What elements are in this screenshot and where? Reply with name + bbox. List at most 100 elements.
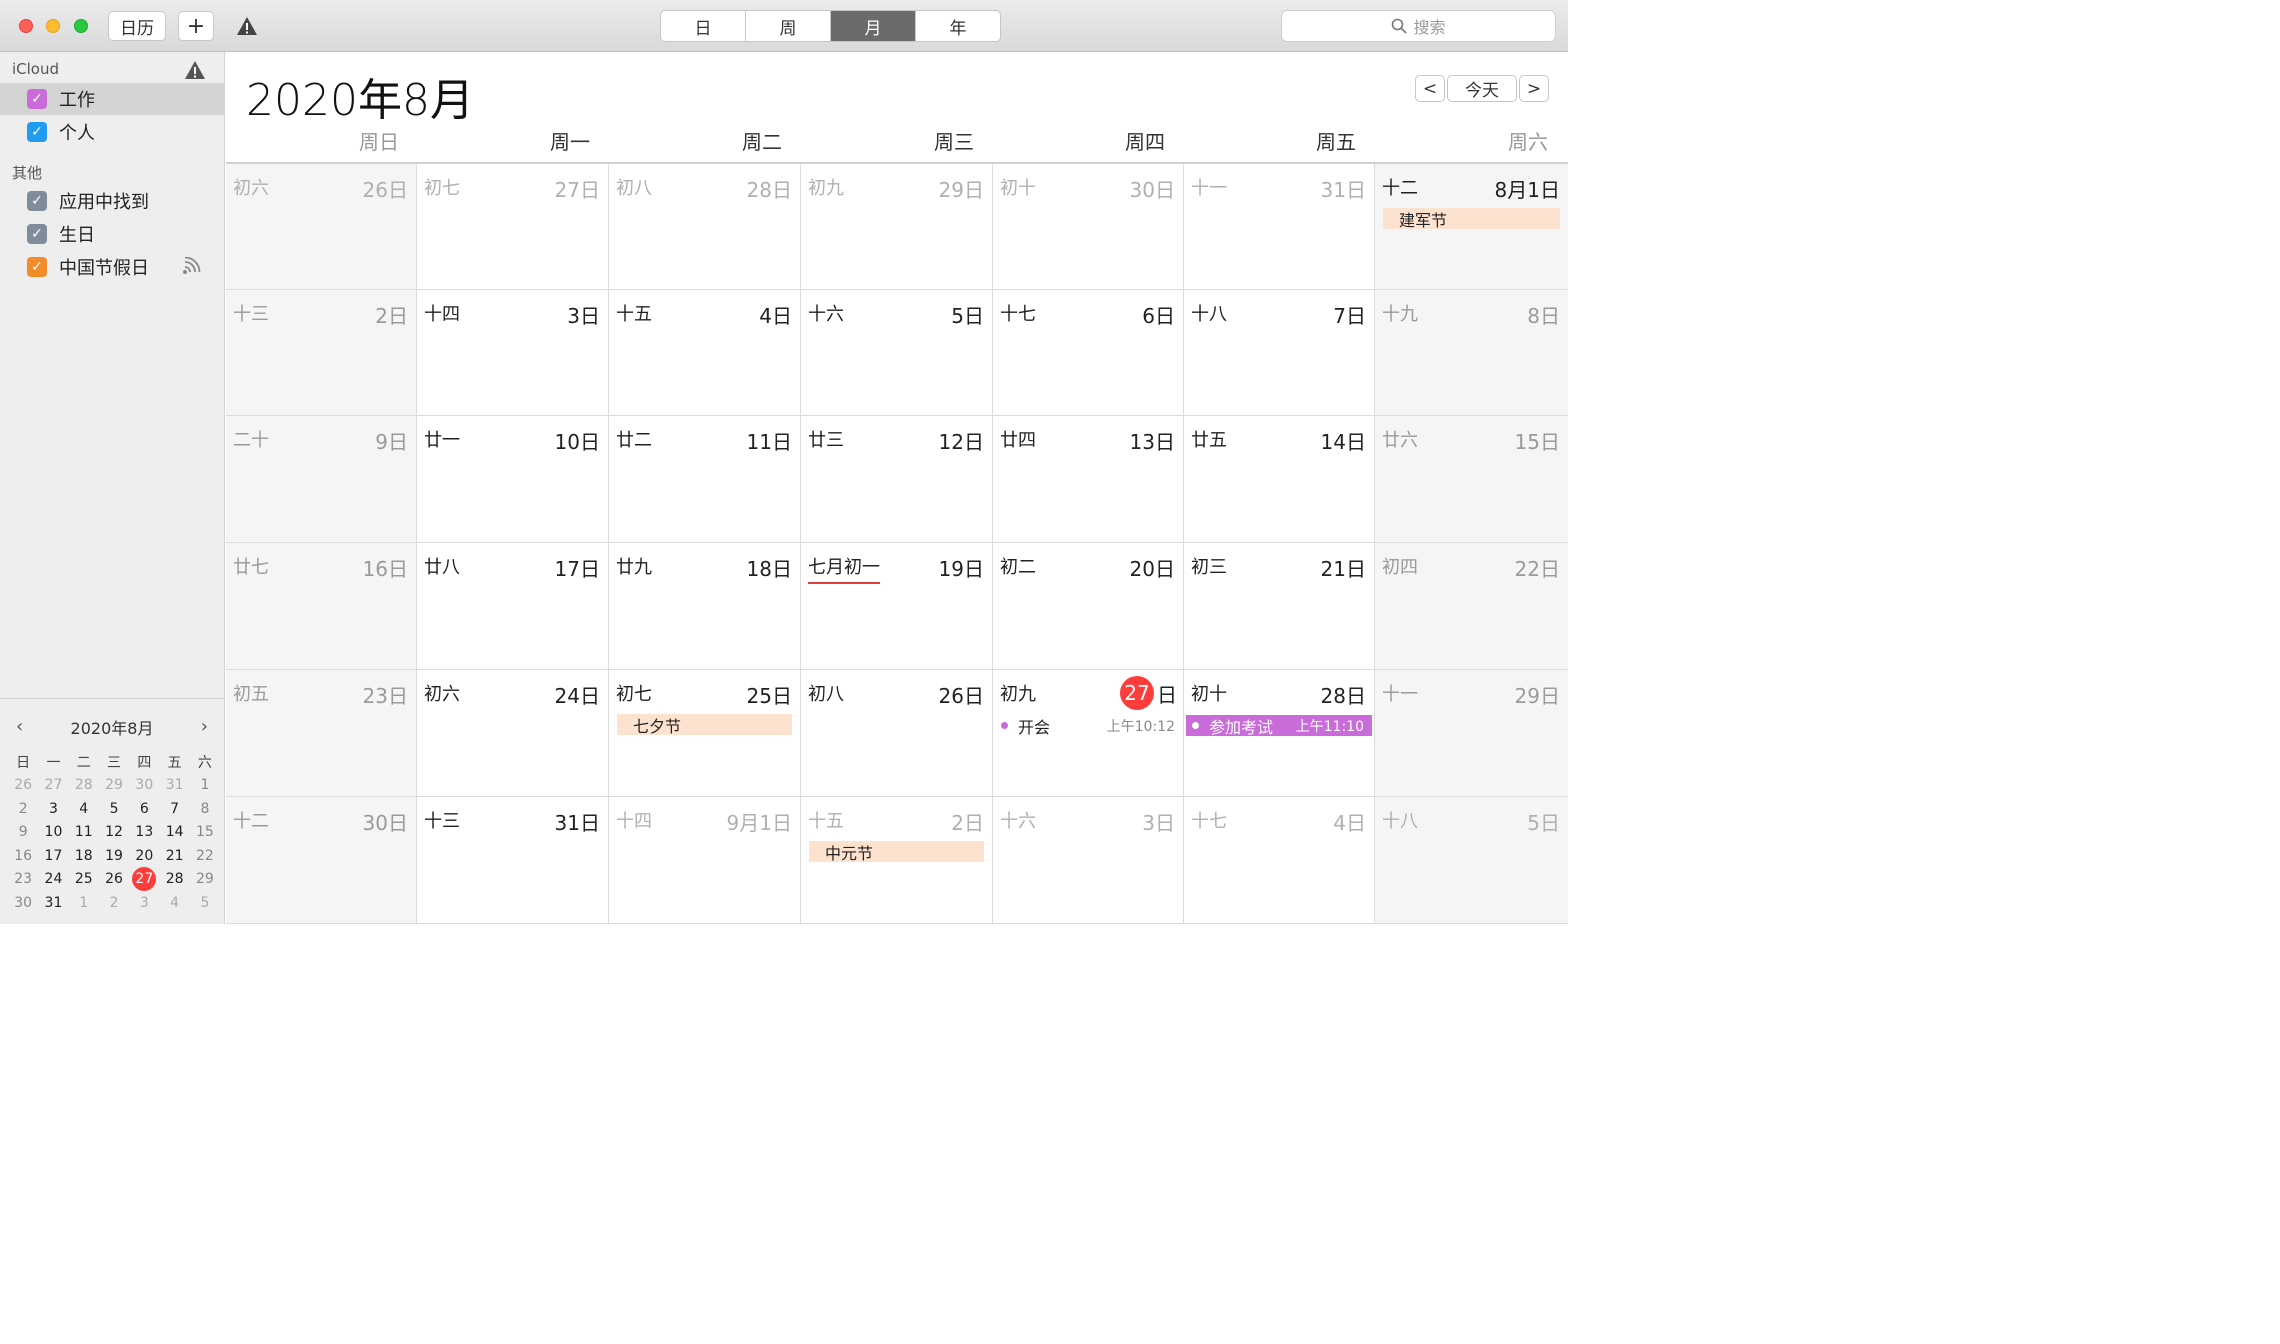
mini-day[interactable]: 15 — [190, 821, 220, 845]
checkbox-personal[interactable]: ✓ — [27, 122, 47, 142]
day-cell[interactable]: 初十 30日 — [993, 164, 1184, 290]
day-cell[interactable]: 廿二 11日 — [609, 416, 801, 543]
day-cell[interactable]: 初六 24日 — [417, 670, 609, 797]
day-cell[interactable]: 十二 30日 — [226, 797, 417, 924]
checkbox-found-in-apps[interactable]: ✓ — [27, 191, 47, 211]
day-cell[interactable]: 廿八 17日 — [417, 543, 609, 670]
day-cell[interactable]: 初四 22日 — [1375, 543, 1568, 670]
checkbox-birthdays[interactable]: ✓ — [27, 224, 47, 244]
holiday-event[interactable]: 中元节 — [809, 841, 984, 863]
day-cell[interactable]: 十二 8月1日 建军节 — [1375, 164, 1568, 290]
day-cell[interactable]: 初九 29日 — [801, 164, 993, 290]
day-cell[interactable]: 初二 20日 — [993, 543, 1184, 670]
mini-day[interactable]: 10 — [38, 821, 68, 845]
day-cell[interactable]: 初五 23日 — [226, 670, 417, 797]
checkbox-work[interactable]: ✓ — [27, 89, 47, 109]
day-cell[interactable]: 十七 4日 — [1184, 797, 1375, 924]
day-cell[interactable]: 十五 4日 — [609, 290, 801, 416]
warning-icon[interactable] — [236, 16, 258, 36]
calendar-item-found-in-apps[interactable]: ✓ 应用中找到 — [0, 185, 224, 217]
day-cell[interactable]: 廿六 15日 — [1375, 416, 1568, 543]
mini-day[interactable]: 13 — [129, 821, 159, 845]
prev-month-button[interactable]: < — [1415, 75, 1445, 102]
holiday-event[interactable]: 七夕节 — [617, 714, 792, 736]
day-cell[interactable]: 初九 27 日开会 上午10:12 — [993, 670, 1184, 797]
day-cell[interactable]: 十八 5日 — [1375, 797, 1568, 924]
mini-next-month-button[interactable]: › — [201, 716, 208, 737]
day-cell[interactable]: 十五 2日 中元节 — [801, 797, 993, 924]
mini-day[interactable]: 26 — [99, 868, 129, 892]
mini-day[interactable]: 7 — [159, 797, 189, 821]
calendar-item-personal[interactable]: ✓ 个人 — [0, 116, 224, 148]
view-day-tab[interactable]: 日 — [661, 11, 746, 41]
mini-day[interactable]: 24 — [38, 868, 68, 892]
day-cell[interactable]: 初八 26日 — [801, 670, 993, 797]
day-cell[interactable]: 十七 6日 — [993, 290, 1184, 416]
day-cell[interactable]: 廿五 14日 — [1184, 416, 1375, 543]
day-cell[interactable]: 十一 29日 — [1375, 670, 1568, 797]
calendars-button[interactable]: 日历 — [108, 11, 166, 41]
today-button[interactable]: 今天 — [1447, 75, 1517, 102]
mini-day[interactable]: 29 — [99, 774, 129, 798]
mini-day[interactable]: 12 — [99, 821, 129, 845]
window-minimize-button[interactable] — [46, 19, 60, 33]
day-cell[interactable]: 十一 31日 — [1184, 164, 1375, 290]
mini-day[interactable]: 8 — [190, 797, 220, 821]
mini-prev-month-button[interactable]: ‹ — [16, 716, 23, 737]
window-close-button[interactable] — [19, 19, 33, 33]
mini-day[interactable]: 20 — [129, 844, 159, 868]
mini-day[interactable]: 19 — [99, 844, 129, 868]
next-month-button[interactable]: > — [1519, 75, 1549, 102]
mini-day[interactable]: 3 — [129, 891, 159, 915]
mini-day[interactable]: 25 — [69, 868, 99, 892]
mini-day[interactable]: 28 — [69, 774, 99, 798]
mini-day[interactable]: 3 — [38, 797, 68, 821]
day-cell[interactable]: 廿九 18日 — [609, 543, 801, 670]
mini-day[interactable]: 22 — [190, 844, 220, 868]
mini-day[interactable]: 29 — [190, 868, 220, 892]
mini-day[interactable]: 5 — [99, 797, 129, 821]
mini-day[interactable]: 23 — [8, 868, 38, 892]
mini-day[interactable]: 6 — [129, 797, 159, 821]
mini-day[interactable]: 17 — [38, 844, 68, 868]
day-cell[interactable]: 初六 26日 — [226, 164, 417, 290]
mini-day[interactable]: 4 — [69, 797, 99, 821]
mini-day[interactable]: 11 — [69, 821, 99, 845]
checkbox-cn-holidays[interactable]: ✓ — [27, 257, 47, 277]
day-cell[interactable]: 初十 28日 参加考试 上午11:10 — [1184, 670, 1375, 797]
mini-day[interactable]: 21 — [159, 844, 189, 868]
day-cell[interactable]: 廿三 12日 — [801, 416, 993, 543]
search-field[interactable]: 搜索 — [1281, 10, 1556, 42]
mini-day[interactable]: 31 — [159, 774, 189, 798]
day-cell[interactable]: 十六 5日 — [801, 290, 993, 416]
day-cell[interactable]: 十九 8日 — [1375, 290, 1568, 416]
day-cell[interactable]: 初八 28日 — [609, 164, 801, 290]
view-year-tab[interactable]: 年 — [916, 11, 1000, 41]
day-cell[interactable]: 十六 3日 — [993, 797, 1184, 924]
mini-day[interactable]: 14 — [159, 821, 189, 845]
mini-day[interactable]: 5 — [190, 891, 220, 915]
mini-day[interactable]: 2 — [99, 891, 129, 915]
mini-day[interactable]: 30 — [8, 891, 38, 915]
icloud-warning-icon[interactable] — [184, 60, 206, 80]
mini-day[interactable]: 28 — [159, 868, 189, 892]
day-cell[interactable]: 二十 9日 — [226, 416, 417, 543]
day-cell[interactable]: 十三 31日 — [417, 797, 609, 924]
mini-day[interactable]: 1 — [190, 774, 220, 798]
mini-day[interactable]: 4 — [159, 891, 189, 915]
day-cell[interactable]: 廿四 13日 — [993, 416, 1184, 543]
calendar-item-work[interactable]: ✓ 工作 — [0, 83, 224, 115]
mini-day[interactable]: 27 — [38, 774, 68, 798]
mini-day[interactable]: 30 — [129, 774, 159, 798]
mini-day[interactable]: 31 — [38, 891, 68, 915]
day-cell[interactable]: 廿七 16日 — [226, 543, 417, 670]
mini-day[interactable]: 27 — [129, 867, 159, 892]
view-month-tab[interactable]: 月 — [831, 11, 916, 41]
mini-day[interactable]: 2 — [8, 797, 38, 821]
view-week-tab[interactable]: 周 — [746, 11, 831, 41]
calendar-event[interactable]: 开会 上午10:12 — [1001, 715, 1175, 737]
day-cell[interactable]: 十四 3日 — [417, 290, 609, 416]
day-cell[interactable]: 十三 2日 — [226, 290, 417, 416]
mini-day[interactable]: 1 — [69, 891, 99, 915]
day-cell[interactable]: 初七 25日 七夕节 — [609, 670, 801, 797]
